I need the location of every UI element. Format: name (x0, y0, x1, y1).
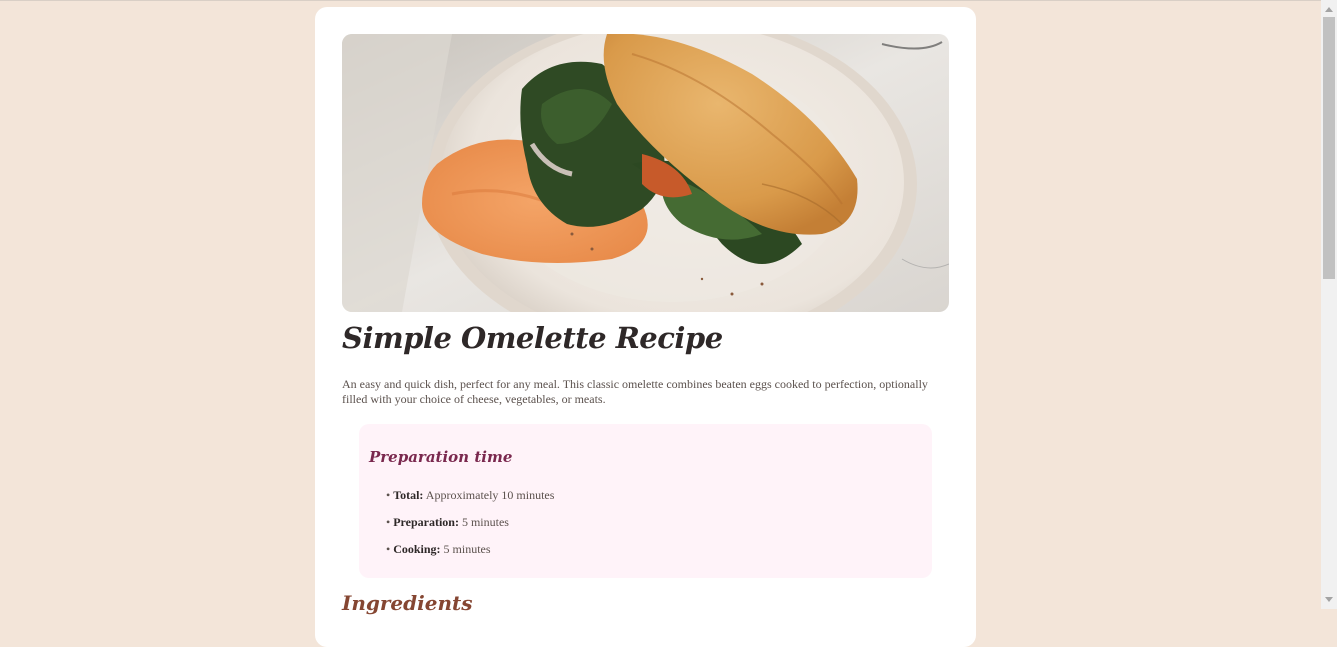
recipe-card: Simple Omelette Recipe An easy and quick… (315, 7, 976, 647)
prep-item-value: Approximately 10 minutes (425, 488, 555, 502)
prep-item-preparation: • Preparation: 5 minutes (386, 515, 554, 542)
bullet-icon: • (386, 542, 391, 556)
bullet-icon: • (386, 488, 391, 502)
recipe-description: An easy and quick dish, perfect for any … (342, 377, 928, 406)
prep-item-cooking: • Cooking: 5 minutes (386, 542, 554, 569)
preparation-time-list: • Total: Approximately 10 minutes • Prepar… (386, 488, 554, 569)
prep-item-label: Preparation: (393, 515, 459, 529)
prep-item-value: 5 minutes (461, 515, 509, 529)
bullet-icon: • (386, 515, 391, 529)
prep-item-label: Total: (393, 488, 424, 502)
prep-item-total: • Total: Approximately 10 minutes (386, 488, 554, 515)
preparation-time-heading: Preparation time (369, 448, 513, 466)
recipe-title: Simple Omelette Recipe (342, 321, 723, 355)
scrollbar-thumb[interactable] (1323, 17, 1335, 279)
prep-item-value: 5 minutes (443, 542, 491, 556)
vertical-scrollbar[interactable] (1321, 0, 1337, 609)
omelette-hero-image (342, 34, 949, 312)
prep-item-label: Cooking: (393, 542, 441, 556)
scroll-down-arrow-icon[interactable] (1325, 597, 1333, 602)
ingredients-heading: Ingredients (342, 591, 473, 615)
preparation-time-box: Preparation time • Total: Approximately 1… (359, 424, 932, 578)
scroll-up-arrow-icon[interactable] (1325, 7, 1333, 12)
top-border (0, 0, 1321, 1)
